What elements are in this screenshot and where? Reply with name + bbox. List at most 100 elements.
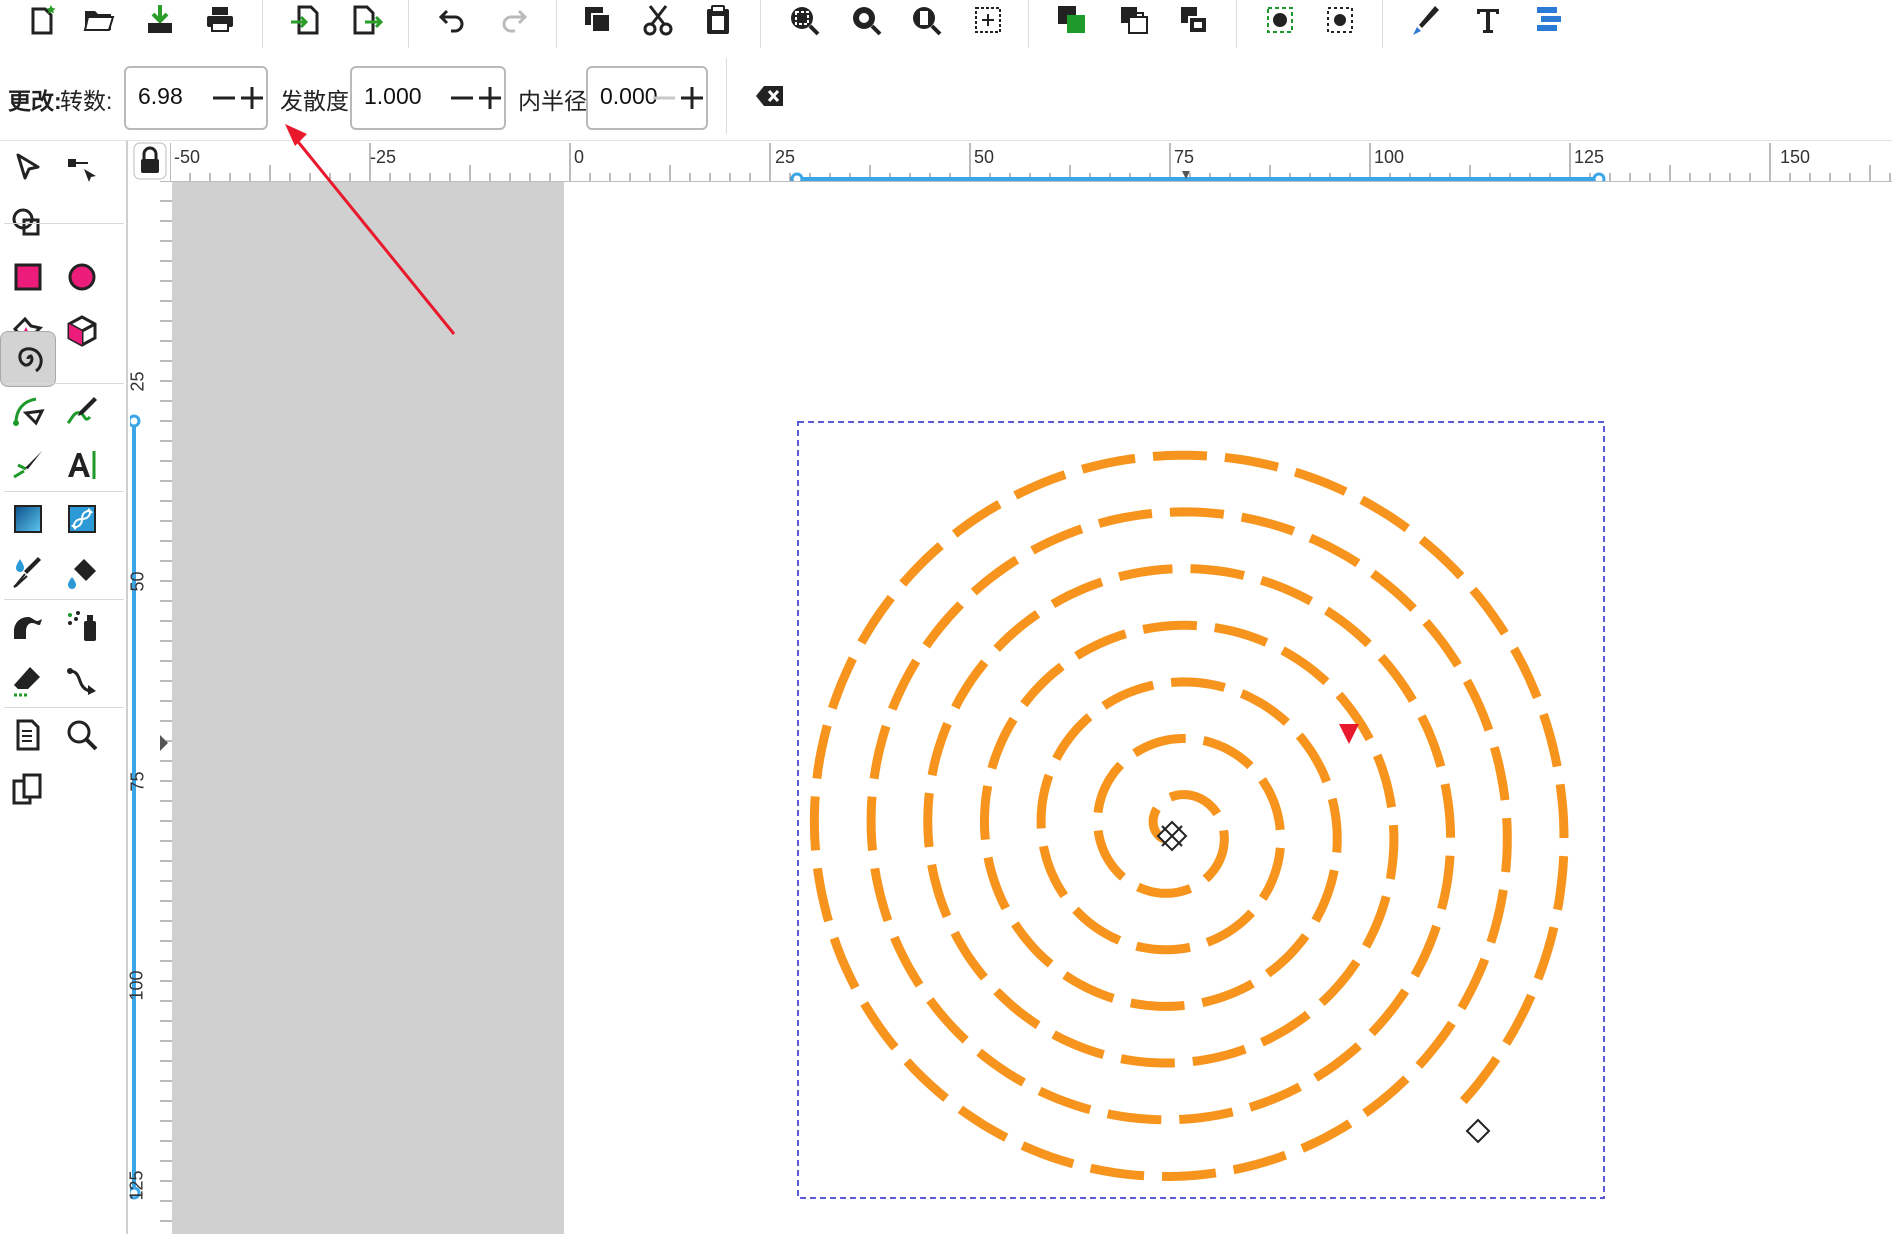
rectangle-tool[interactable]: [0, 249, 56, 305]
pencil-tool[interactable]: [54, 383, 110, 439]
horizontal-ruler-ticks: [170, 143, 1891, 181]
gradient-tool[interactable]: [0, 491, 56, 547]
3d-box-tool[interactable]: [54, 303, 110, 359]
mesh-icon: [68, 505, 96, 533]
gradient-icon: [14, 505, 42, 533]
copy-icon[interactable]: [576, 2, 620, 38]
paste-icon[interactable]: [696, 2, 740, 38]
redo-icon[interactable]: [492, 2, 536, 38]
pen-tool-icon[interactable]: [1404, 2, 1448, 38]
clone-pages-icon: [12, 773, 42, 805]
magnifier-icon: [67, 720, 98, 751]
select-object-icon[interactable]: [1318, 2, 1362, 38]
hruler-label: 25: [775, 147, 796, 167]
mesh-tool[interactable]: [54, 491, 110, 547]
tweak-icon: [14, 617, 42, 639]
spiral-outer-handle[interactable]: [1465, 1118, 1491, 1144]
plus-icon: [681, 87, 703, 109]
import-page-icon[interactable]: [284, 2, 328, 38]
toolbox: [0, 141, 128, 1234]
spiral-shape[interactable]: [809, 450, 1569, 1182]
inner-radius-spinbox[interactable]: 0.000: [586, 66, 708, 130]
vruler-label: 100: [126, 970, 147, 1001]
guide-lock-button[interactable]: [132, 141, 170, 181]
dropper-icon: [13, 557, 41, 588]
hruler-label: -50: [174, 147, 201, 167]
plus-icon: [241, 87, 263, 109]
text-a-icon: [68, 451, 96, 479]
turns-label: 转数:: [60, 88, 113, 114]
cut-icon[interactable]: [636, 2, 680, 38]
print-icon[interactable]: [198, 2, 242, 38]
zoom-drawing-icon[interactable]: [844, 2, 888, 38]
select-node-icon[interactable]: [1258, 2, 1302, 38]
vruler-label: 25: [127, 371, 148, 392]
hruler-label: 125: [1574, 147, 1605, 167]
minus-icon: [213, 96, 235, 100]
connector-icon: [67, 668, 96, 695]
hruler-label: 150: [1780, 147, 1811, 167]
divergence-increment-button[interactable]: [474, 68, 506, 128]
clear-icon: [756, 86, 783, 106]
drawing-canvas[interactable]: [172, 182, 1892, 1234]
text-tool[interactable]: [54, 437, 110, 493]
raise-to-top-icon[interactable]: [1050, 2, 1094, 38]
hruler-label: 75: [1174, 147, 1195, 167]
selector-tool[interactable]: [0, 141, 56, 197]
export-icon[interactable]: [344, 2, 388, 38]
divergence-value[interactable]: 1.000: [364, 83, 422, 110]
spiral-end-handle[interactable]: [1339, 724, 1359, 744]
spiral-tool[interactable]: [0, 331, 56, 387]
lock-layer-icon[interactable]: [1112, 2, 1156, 38]
minus-icon: [451, 96, 473, 100]
dropper-tool[interactable]: [0, 545, 56, 601]
bezier-pen-tool[interactable]: [0, 383, 56, 439]
hruler-label: 100: [1374, 147, 1405, 167]
import-icon[interactable]: [138, 2, 182, 38]
vruler-label: 75: [127, 771, 148, 792]
horizontal-ruler[interactable]: -50 -25 0 25 50 75 100 125 150: [170, 141, 1892, 182]
zoom-tool[interactable]: [54, 707, 110, 763]
command-bar: [0, 0, 1892, 50]
turns-value[interactable]: 6.98: [138, 83, 183, 110]
reset-clear-button[interactable]: [748, 74, 792, 118]
connector-tool[interactable]: [54, 653, 110, 709]
ellipse-icon: [68, 263, 96, 291]
paint-bucket-tool[interactable]: [54, 545, 110, 601]
pages-tool[interactable]: [0, 707, 56, 763]
ellipse-tool[interactable]: [54, 249, 110, 305]
align-icon[interactable]: [1526, 2, 1570, 38]
calligraphy-icon: [13, 451, 42, 479]
new-document-icon[interactable]: [20, 2, 64, 38]
rectangle-icon: [14, 263, 42, 291]
inner-radius-label: 内半径:: [518, 88, 594, 114]
spiral-center-handle[interactable]: [1156, 820, 1188, 852]
spray-tool[interactable]: [54, 599, 110, 655]
open-folder-icon[interactable]: [76, 2, 120, 38]
plus-icon: [479, 87, 501, 109]
zoom-selection-icon[interactable]: [782, 2, 826, 38]
cube-icon: [67, 315, 97, 347]
unlock-layer-icon[interactable]: [1172, 2, 1216, 38]
undo-icon[interactable]: [430, 2, 474, 38]
calligraphy-tool[interactable]: [0, 437, 56, 493]
vruler-label: 50: [127, 571, 148, 592]
tweak-tool[interactable]: [0, 599, 56, 655]
divergence-spinbox[interactable]: 1.000: [350, 66, 506, 130]
zoom-page-icon[interactable]: [904, 2, 948, 38]
tool-controls-bar: 更改: 转数: 6.98 发散度: 1.000 内半径: 0.000: [0, 52, 1892, 141]
hruler-label: 50: [974, 147, 995, 167]
bezier-pen-icon: [13, 397, 45, 426]
inner-radius-increment-button[interactable]: [676, 68, 708, 128]
vertical-ruler[interactable]: 25 50 75 100 125: [126, 181, 173, 1234]
minus-icon: [653, 96, 675, 100]
node-tool[interactable]: [54, 141, 110, 197]
eraser-tool[interactable]: [0, 653, 56, 709]
artwork-layer: [797, 421, 1605, 1199]
zoom-center-icon[interactable]: [966, 2, 1010, 38]
turns-spinbox[interactable]: 6.98: [124, 66, 268, 130]
vruler-label: 125: [126, 1170, 147, 1201]
text-tool-icon[interactable]: [1466, 2, 1510, 38]
clone-tool[interactable]: [0, 761, 56, 817]
turns-increment-button[interactable]: [236, 68, 268, 128]
